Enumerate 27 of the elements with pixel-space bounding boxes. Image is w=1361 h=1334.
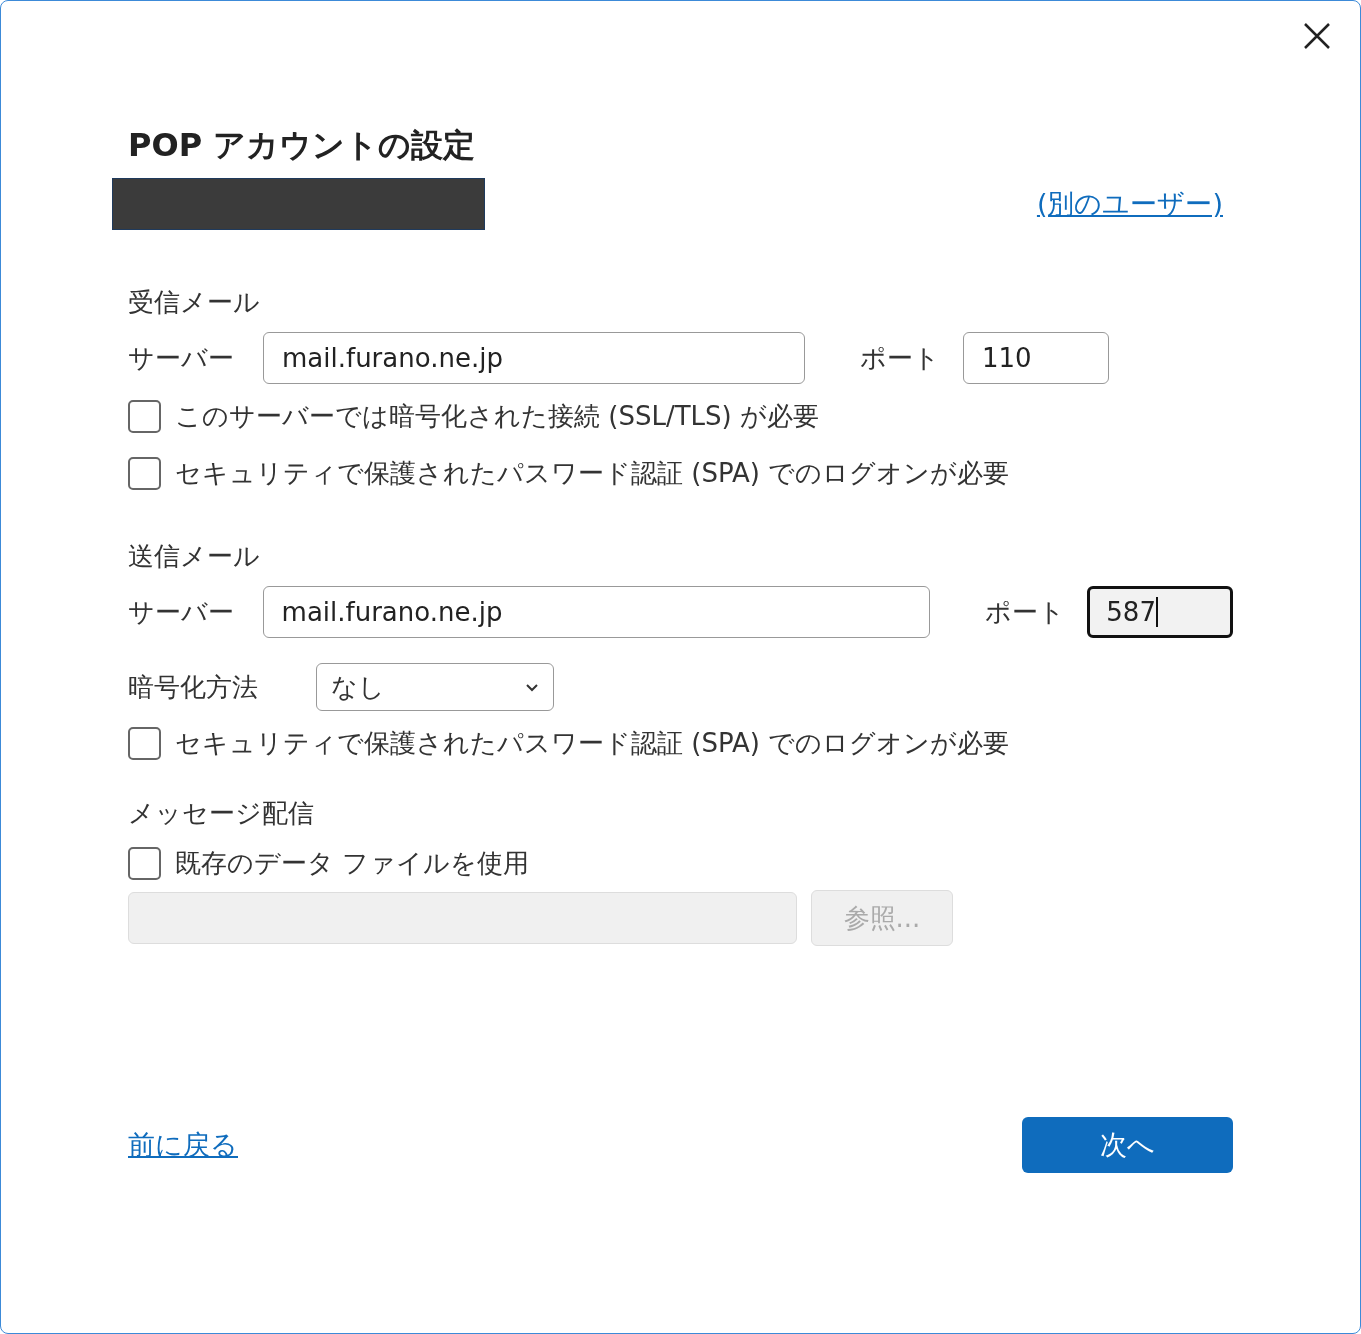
checkbox-label: 既存のデータ ファイルを使用: [175, 846, 530, 880]
server-field[interactable]: mail.furano.ne.jp: [262, 586, 930, 638]
server-field[interactable]: mail.furano.ne.jp: [263, 332, 805, 384]
section-heading: 受信メール: [128, 286, 261, 319]
chevron-down-icon: [525, 682, 539, 692]
port-field[interactable]: 110: [963, 332, 1109, 384]
server-label: サーバー: [128, 341, 235, 375]
checkbox-label: このサーバーでは暗号化された接続 (SSL/TLS) が必要: [175, 399, 819, 433]
checkbox-label: セキュリティで保護されたパスワード認証 (SPA) でのログオンが必要: [175, 726, 1010, 760]
port-label: ポート: [860, 341, 941, 375]
other-user-link[interactable]: (別のユーザー): [1036, 186, 1223, 222]
encryption-dropdown[interactable]: なし: [316, 663, 554, 711]
port-label: ポート: [984, 595, 1066, 629]
checkbox[interactable]: [128, 399, 161, 433]
checkbox[interactable]: [128, 846, 161, 880]
port-field[interactable]: 587: [1087, 586, 1233, 638]
dialog-title: POP アカウントの設定: [128, 125, 477, 165]
section-heading: 送信メール: [128, 540, 261, 573]
checkbox[interactable]: [128, 726, 161, 760]
checkbox-label: セキュリティで保護されたパスワード認証 (SPA) でのログオンが必要: [175, 456, 1010, 490]
checkbox[interactable]: [128, 456, 161, 490]
encryption-label: 暗号化方法: [128, 670, 259, 704]
next-button[interactable]: 次へ: [1022, 1117, 1233, 1173]
back-link[interactable]: 前に戻る: [128, 1127, 238, 1163]
server-label: サーバー: [128, 595, 235, 629]
close-icon[interactable]: [1302, 21, 1332, 51]
section-heading: メッセージ配信: [128, 797, 315, 830]
